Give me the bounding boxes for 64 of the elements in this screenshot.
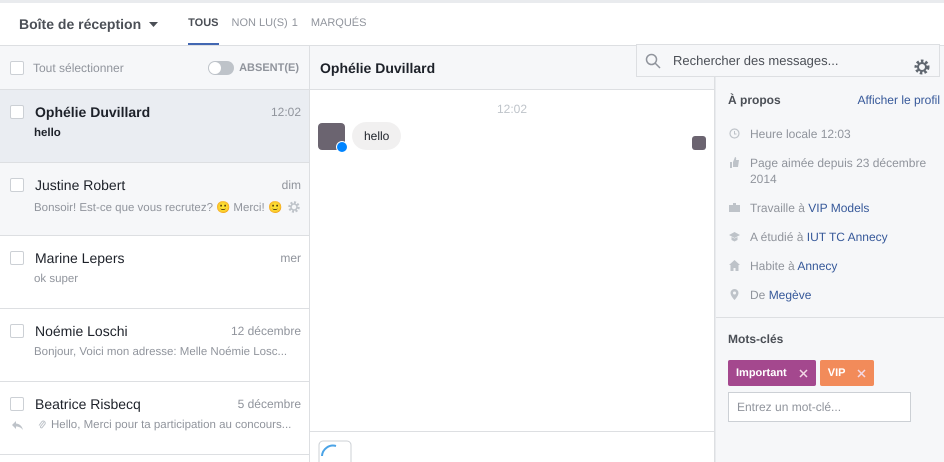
checkbox[interactable] <box>10 60 24 74</box>
conversation-item[interactable]: Ophélie Duvillard 12:02 hello <box>0 90 309 163</box>
graduation-cap-icon <box>729 231 740 242</box>
profile-detail-link[interactable]: Megève <box>768 288 812 302</box>
message-preview: Bonsoir! Est-ce que vous recrutez? 🙂 Merci! 🙂 <box>34 200 282 214</box>
profile-detail: Travaille à VIP Models <box>750 200 870 216</box>
select-all-label: Tout sélectionner <box>33 60 125 74</box>
message-time: 12 décembre <box>230 324 301 338</box>
messenger-badge-icon <box>336 140 348 152</box>
settings-icon[interactable] <box>913 58 931 76</box>
checkbox[interactable] <box>10 397 24 411</box>
profile-detail-link[interactable]: IUT TC Annecy <box>806 230 888 244</box>
message-preview: hello <box>34 127 61 139</box>
conversation-item[interactable]: Beatrice Risbecq 5 décembre Hello, Merci pour ta participation au concours... <box>0 382 309 455</box>
conversation-item[interactable]: Justine Robert dim Bonsoir! Est-ce que vous recrutez? 🙂 Merci! 🙂 <box>0 163 309 236</box>
conversation-item[interactable]: Marine Lepers mer ok super <box>0 236 309 309</box>
clock-icon <box>729 128 740 139</box>
message-time: 5 décembre <box>238 397 301 411</box>
message-preview: ok super <box>34 273 78 285</box>
message-bubble: hello <box>352 122 402 150</box>
search-icon <box>645 52 661 68</box>
profile-detail-link[interactable]: Annecy <box>797 259 838 273</box>
view-profile-link[interactable]: Afficher le profil <box>858 93 940 107</box>
search-field[interactable]: Rechercher des messages... <box>636 44 940 77</box>
search-input[interactable]: Rechercher des messages... <box>671 52 903 69</box>
caret-icon <box>149 22 158 26</box>
house-icon <box>729 260 740 271</box>
section-title: À propos <box>728 93 781 107</box>
contact-name: Beatrice Risbecq <box>35 396 142 412</box>
briefcase-icon <box>729 202 740 213</box>
checkbox[interactable] <box>10 251 24 265</box>
location-pin-icon <box>729 289 740 300</box>
message-preview: Bonjour, Voici mon adresse: Melle Noémie Losc... <box>34 346 288 358</box>
message-time: 12:02 <box>270 105 301 119</box>
profile-detail: A étudié à IUT TC Annecy <box>750 229 888 245</box>
tag-chip[interactable]: Important <box>728 360 816 386</box>
message-timestamp: 12:02 <box>496 102 528 116</box>
checkbox[interactable] <box>10 105 24 119</box>
profile-detail: De Megève <box>750 287 812 303</box>
contact-name: Marine Lepers <box>35 250 126 266</box>
keyword-input[interactable]: Entrez un mot-clé... <box>728 392 911 422</box>
remove-icon[interactable] <box>857 368 866 378</box>
message-preview: Hello, Merci pour ta participation au concours... <box>51 419 292 431</box>
profile-detail-link[interactable]: VIP Models <box>808 201 870 215</box>
away-toggle[interactable] <box>208 60 234 74</box>
seen-avatar <box>692 136 706 150</box>
message-time: mer <box>280 251 301 265</box>
sticker-icon[interactable] <box>318 440 352 462</box>
profile-detail: Habite à Annecy <box>750 258 838 274</box>
thumbs-up-icon <box>729 157 740 168</box>
contact-name: Justine Robert <box>35 177 126 193</box>
checkbox[interactable] <box>10 324 24 338</box>
profile-detail: Heure locale 12:03 <box>750 126 851 142</box>
checkbox[interactable] <box>10 178 24 192</box>
remove-icon[interactable] <box>798 368 808 378</box>
profile-detail: Page aimée depuis 23 décembre 2014 <box>750 155 928 187</box>
conversation-title: Ophélie Duvillard <box>320 60 436 76</box>
message-time: dim <box>282 178 301 192</box>
conversation-item[interactable]: Noémie Loschi 12 décembre Bonjour, Voici mon adresse: Melle Noémie Losc... <box>0 309 309 382</box>
contact-name: Noémie Loschi <box>35 323 129 339</box>
inbox-dropdown[interactable]: Boîte de réception <box>19 3 158 45</box>
section-title: Mots-clés <box>728 332 784 346</box>
contact-name: Ophélie Duvillard <box>35 104 152 120</box>
away-label: ABSENT(E) <box>239 62 299 74</box>
